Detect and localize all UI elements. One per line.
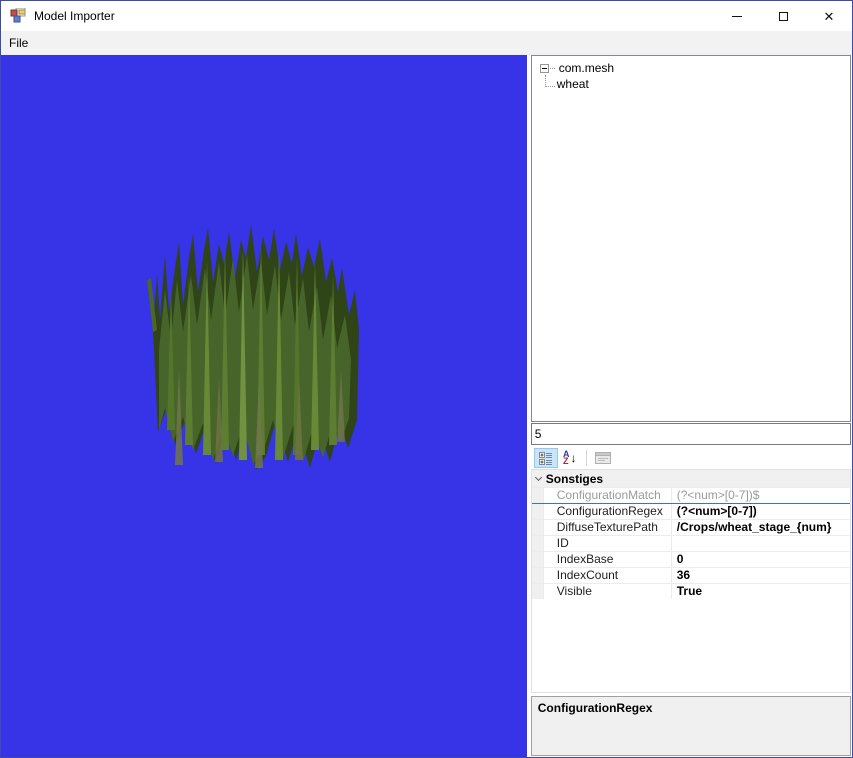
row-indent xyxy=(531,568,544,583)
alphabetical-sort-button[interactable]: A Z ↓ xyxy=(558,448,582,468)
content-area: com.mesh wheat 5 A Z ↓ Sonstiges Configu… xyxy=(1,55,852,757)
property-grid-toolbar: A Z ↓ xyxy=(530,447,851,469)
tree-connector-line xyxy=(544,74,555,87)
maximize-button[interactable] xyxy=(760,1,806,31)
toolbar-separator xyxy=(585,450,587,466)
minimize-icon xyxy=(732,15,742,17)
model-importer-window: Model Importer ✕ File com.mesh wheat 5 A… xyxy=(0,0,853,758)
row-indent xyxy=(531,552,544,567)
property-name: ConfigurationRegex xyxy=(544,504,672,519)
app-icon xyxy=(10,8,26,23)
tree-item-com-mesh[interactable]: com.mesh xyxy=(538,60,850,76)
right-panel: com.mesh wheat 5 A Z ↓ Sonstiges Configu… xyxy=(526,55,852,757)
menu-file[interactable]: File xyxy=(1,31,36,55)
property-row-visible[interactable]: Visible True xyxy=(531,583,850,599)
window-title: Model Importer xyxy=(34,9,115,23)
property-name: IndexCount xyxy=(544,568,672,583)
property-value: 36 xyxy=(676,568,691,582)
tree-item-label: wheat xyxy=(556,77,589,91)
tree-collapse-icon[interactable] xyxy=(539,63,549,73)
property-name: IndexBase xyxy=(544,552,672,567)
property-pages-button[interactable] xyxy=(591,448,615,468)
row-indent xyxy=(531,488,544,503)
property-value: (?<num>[0-7])$ xyxy=(676,488,760,502)
row-indent xyxy=(531,504,544,519)
property-grid: A Z ↓ Sonstiges ConfigurationMatch (?<nu… xyxy=(530,447,851,693)
chevron-down-icon xyxy=(534,473,542,482)
property-value: True xyxy=(676,584,703,598)
property-value xyxy=(672,536,850,551)
stage-filter-input[interactable] xyxy=(530,423,851,445)
property-description-panel: ConfigurationRegex xyxy=(530,696,851,756)
az-sort-icon: A Z ↓ xyxy=(563,449,577,466)
categorized-button[interactable] xyxy=(533,448,558,468)
property-row-indexcount[interactable]: IndexCount 36 xyxy=(531,567,850,583)
mesh-tree-view: com.mesh wheat xyxy=(530,55,851,422)
tree-item-wheat[interactable]: wheat xyxy=(544,74,850,92)
menu-bar: File xyxy=(1,31,852,55)
categorized-icon xyxy=(538,451,552,465)
property-pages-icon xyxy=(594,452,611,464)
row-indent xyxy=(531,536,544,551)
row-indent xyxy=(531,584,544,599)
property-row-id[interactable]: ID xyxy=(531,535,850,551)
property-name: Visible xyxy=(544,584,672,599)
close-button[interactable]: ✕ xyxy=(806,1,852,31)
property-row-diffusetexturepath[interactable]: DiffuseTexturePath /Crops/wheat_stage_{n… xyxy=(531,519,850,535)
title-bar: Model Importer ✕ xyxy=(1,1,852,31)
caption-buttons: ✕ xyxy=(714,1,852,31)
wheat-model-render xyxy=(147,225,359,470)
category-label: Sonstiges xyxy=(545,471,604,486)
tree-item-label: com.mesh xyxy=(558,61,615,75)
category-row-sonstiges[interactable]: Sonstiges xyxy=(531,470,850,487)
property-name: DiffuseTexturePath xyxy=(544,520,672,535)
row-indent xyxy=(531,520,544,535)
selected-property-name: ConfigurationRegex xyxy=(537,701,653,715)
property-value: /Crops/wheat_stage_{num} xyxy=(676,520,832,534)
model-viewport[interactable] xyxy=(1,55,527,757)
property-value: 0 xyxy=(676,552,684,566)
tree-dash-line xyxy=(549,67,555,69)
property-value[interactable]: (?<num>[0-7]) xyxy=(672,504,850,519)
property-grid-body: Sonstiges ConfigurationMatch (?<num>[0-7… xyxy=(530,469,851,693)
property-name: ID xyxy=(544,536,672,551)
property-row-configurationregex[interactable]: ConfigurationRegex (?<num>[0-7]) xyxy=(531,503,850,519)
minimize-button[interactable] xyxy=(714,1,760,31)
property-row-configurationmatch[interactable]: ConfigurationMatch (?<num>[0-7])$ xyxy=(531,487,850,503)
maximize-icon xyxy=(778,11,788,21)
property-row-indexbase[interactable]: IndexBase 0 xyxy=(531,551,850,567)
close-icon: ✕ xyxy=(823,8,835,24)
property-name: ConfigurationMatch xyxy=(544,488,672,503)
